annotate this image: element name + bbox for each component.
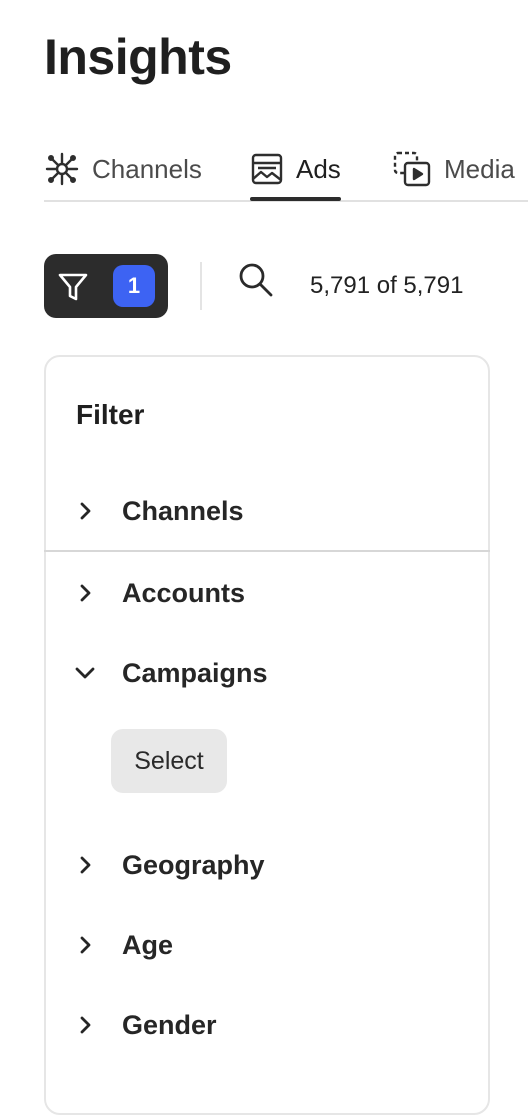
filter-item-campaigns[interactable]: Campaigns — [74, 651, 268, 695]
campaigns-select-button[interactable]: Select — [111, 729, 227, 793]
filter-panel: Filter Channels Accounts Campaigns Selec… — [44, 355, 490, 1115]
chevron-down-icon — [74, 662, 96, 684]
chevron-right-icon — [74, 1014, 96, 1036]
tab-label: Media — [444, 153, 515, 184]
chevron-right-icon — [74, 854, 96, 876]
tab-label: Channels — [92, 153, 202, 184]
filter-funnel-icon — [56, 270, 90, 307]
filter-item-gender[interactable]: Gender — [74, 1003, 217, 1047]
tab-label: Ads — [296, 153, 341, 184]
ad-image-icon — [250, 152, 284, 186]
filter-item-label: Campaigns — [122, 657, 268, 688]
chevron-right-icon — [74, 582, 96, 604]
filter-item-geography[interactable]: Geography — [74, 843, 265, 887]
tab-media[interactable]: Media — [392, 138, 515, 200]
filter-item-label: Age — [122, 929, 174, 960]
search-button[interactable] — [232, 258, 280, 306]
section-divider — [44, 550, 490, 552]
filter-count-badge: 1 — [113, 265, 155, 307]
result-count: 5,791 of 5,791 — [310, 272, 464, 299]
selected-tab-indicator — [250, 197, 341, 201]
network-icon — [44, 151, 80, 187]
chevron-right-icon — [74, 500, 96, 522]
search-icon — [237, 261, 275, 304]
filter-item-label: Channels — [122, 495, 244, 526]
chevron-right-icon — [74, 934, 96, 956]
tab-channels[interactable]: Channels — [44, 138, 202, 200]
filter-item-label: Geography — [122, 849, 265, 880]
filter-item-age[interactable]: Age — [74, 923, 173, 967]
filter-item-channels[interactable]: Channels — [74, 489, 244, 533]
filter-item-label: Gender — [122, 1009, 217, 1040]
media-icon — [392, 150, 432, 188]
filter-panel-heading: Filter — [76, 399, 145, 430]
toolbar-divider — [200, 262, 202, 310]
tab-ads[interactable]: Ads — [250, 138, 341, 201]
tab-list: Channels Ads Media — [44, 138, 528, 202]
page-title: Insights — [44, 29, 232, 85]
filter-toggle-button[interactable]: 1 — [44, 254, 168, 318]
filter-item-label: Accounts — [122, 577, 246, 608]
filter-item-accounts[interactable]: Accounts — [74, 571, 245, 615]
